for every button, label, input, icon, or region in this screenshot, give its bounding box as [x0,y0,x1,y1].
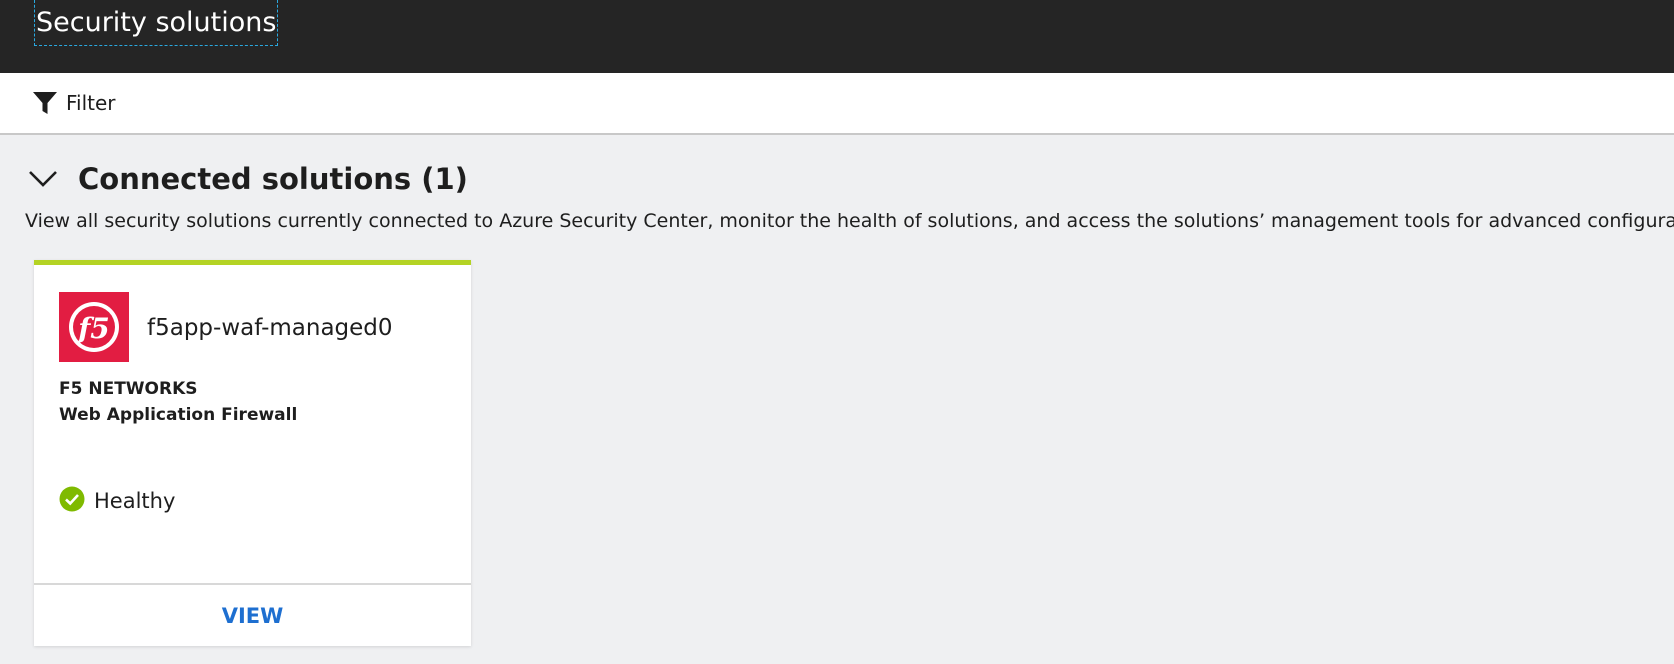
f5-logo-icon: f5 [59,292,129,362]
check-circle-icon [59,486,85,516]
solution-card: f5 f5app-waf-managed0 F5 NETWORKS Web Ap… [34,260,471,646]
page-title: Security solutions [34,0,279,46]
title-bar: Security solutions [0,0,1674,73]
funnel-icon [32,90,58,116]
section-description: View all security solutions currently co… [25,210,1674,232]
toolbar: Filter [0,73,1674,135]
chevron-down-icon[interactable] [24,160,62,198]
section-title: Connected solutions (1) [78,162,468,196]
view-button[interactable]: VIEW [34,585,471,646]
solution-name: f5app-waf-managed0 [147,315,393,341]
status-label: Healthy [94,489,176,513]
svg-text:f5: f5 [76,312,110,345]
section-header: Connected solutions (1) [24,158,468,200]
health-status: Healthy [59,486,176,516]
solution-vendor: F5 NETWORKS [59,379,198,399]
filter-button[interactable]: Filter [32,87,116,119]
filter-label: Filter [66,91,116,115]
solution-type: Web Application Firewall [59,405,298,425]
